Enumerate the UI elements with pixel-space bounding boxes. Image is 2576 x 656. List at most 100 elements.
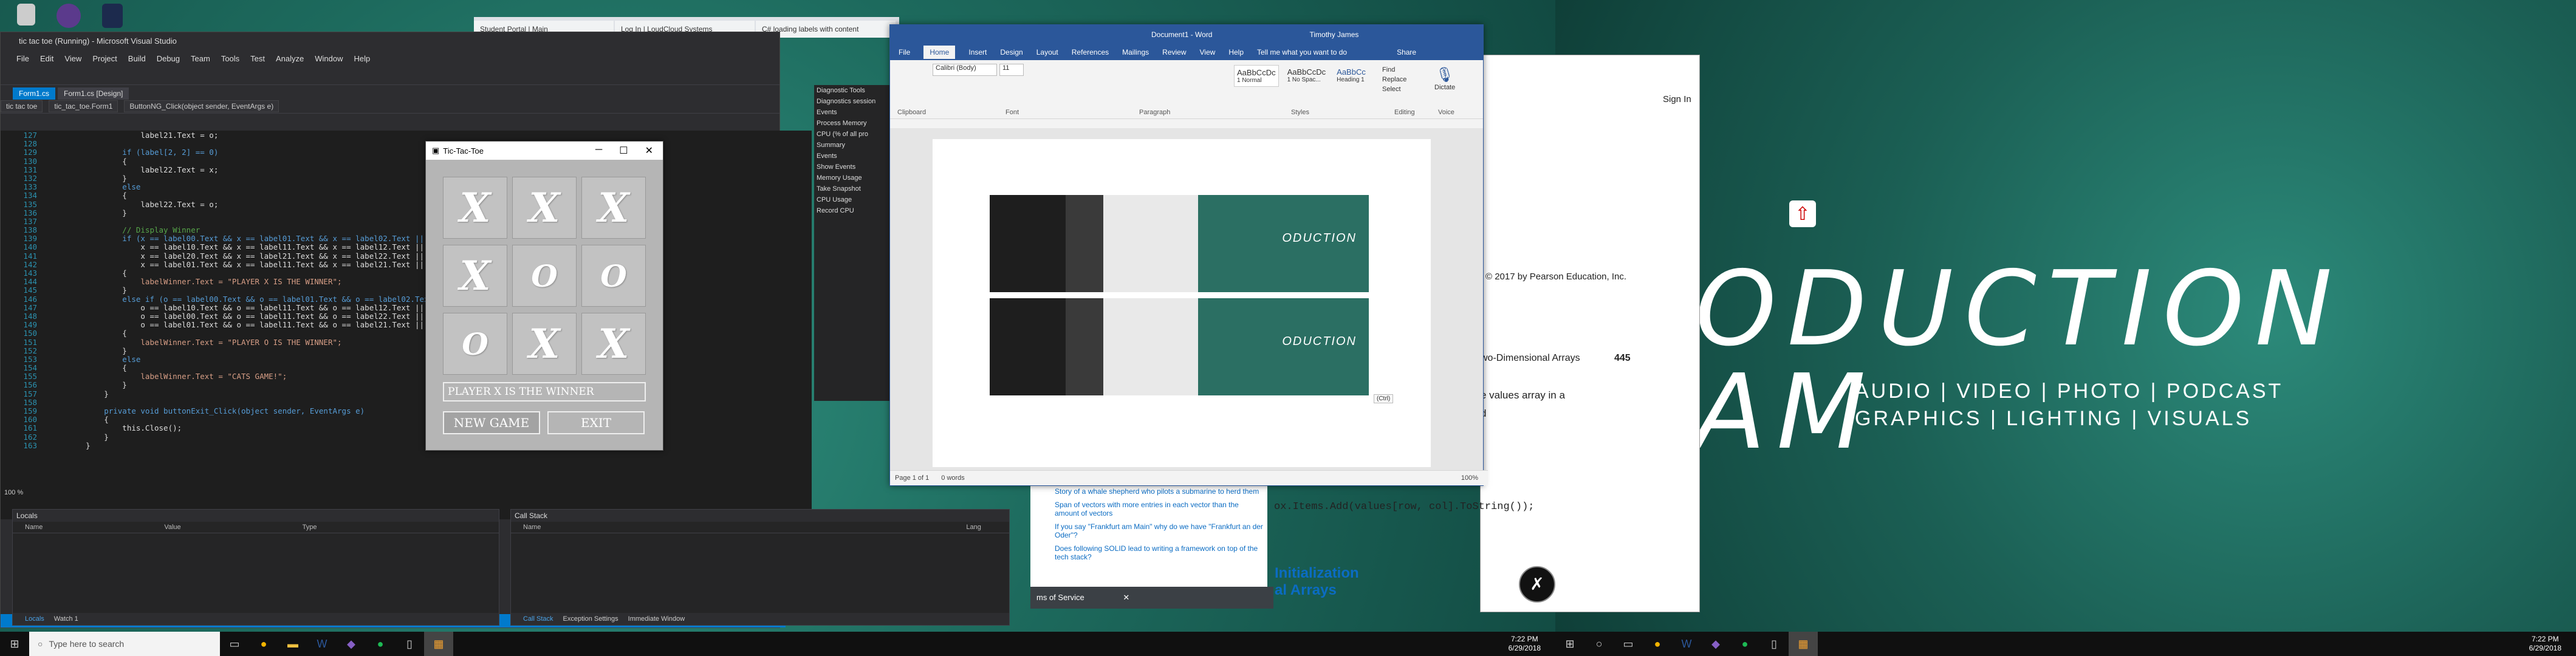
windows-start-icon[interactable]: ⊞ xyxy=(0,632,29,656)
hot-question[interactable]: Span of vectors with more entries in eac… xyxy=(1030,498,1267,520)
menu-window[interactable]: Window xyxy=(315,54,343,63)
exit-button[interactable]: EXIT xyxy=(547,411,645,434)
share-button[interactable]: Share xyxy=(1397,48,1416,56)
cell-1-0[interactable]: X xyxy=(443,245,507,307)
chrome-icon[interactable]: ● xyxy=(249,632,278,656)
menu-team[interactable]: Team xyxy=(191,54,210,63)
word-page[interactable]: ODUCTION ODUCTION (Ctrl) xyxy=(933,139,1431,467)
cell-1-1[interactable]: O xyxy=(512,245,577,307)
tab-immediate[interactable]: Immediate Window xyxy=(628,613,685,625)
word-icon[interactable]: W xyxy=(307,632,337,656)
diag-item[interactable]: Show Events xyxy=(814,162,893,173)
diag-item[interactable]: Memory Usage xyxy=(814,173,893,183)
spotify-icon[interactable]: ● xyxy=(366,632,395,656)
cell-2-2[interactable]: X xyxy=(581,313,646,375)
diag-item[interactable]: Process Memory xyxy=(814,118,893,129)
tab-design[interactable]: Design xyxy=(1000,48,1023,56)
close-icon[interactable]: ✕ xyxy=(645,145,653,157)
tab-locals[interactable]: Locals xyxy=(25,613,44,625)
font-size-select[interactable]: 11 xyxy=(999,64,1024,76)
tictactoe-app-icon[interactable]: ▦ xyxy=(424,632,453,656)
word-icon[interactable]: W xyxy=(1672,632,1701,656)
tab-references[interactable]: References xyxy=(1072,48,1109,56)
menu-tools[interactable]: Tools xyxy=(221,54,239,63)
tab-callstack[interactable]: Call Stack xyxy=(523,613,553,625)
pasted-screenshot[interactable]: ODUCTION xyxy=(990,298,1369,395)
paste-options[interactable]: (Ctrl) xyxy=(1374,394,1394,403)
diag-item[interactable]: Summary xyxy=(814,140,893,151)
diag-item[interactable]: Take Snapshot xyxy=(814,183,893,194)
tab-layout[interactable]: Layout xyxy=(1036,48,1058,56)
tab-view[interactable]: View xyxy=(1200,48,1216,56)
notepad-icon[interactable]: ▯ xyxy=(1759,632,1789,656)
tell-me-input[interactable]: Tell me what you want to do xyxy=(1257,48,1347,56)
menu-edit[interactable]: Edit xyxy=(40,54,53,63)
cell-1-2[interactable]: O xyxy=(581,245,646,307)
hot-question[interactable]: Does following SOLID lead to writing a f… xyxy=(1030,542,1267,564)
find-button[interactable]: Find xyxy=(1382,65,1406,75)
nav-member[interactable]: ButtonNG_Click(object sender, EventArgs … xyxy=(124,100,279,112)
chrome-icon[interactable]: ● xyxy=(1643,632,1672,656)
dictate-button[interactable]: Dictate xyxy=(1434,84,1455,91)
visual-studio-icon[interactable]: ◆ xyxy=(1701,632,1730,656)
tab-file[interactable]: File xyxy=(899,48,910,56)
menu-view[interactable]: View xyxy=(64,54,81,63)
close-icon[interactable]: ✕ xyxy=(1123,593,1129,602)
tab-watch[interactable]: Watch 1 xyxy=(54,613,78,625)
code-editor[interactable]: 127 label21.Text = o; 128 129 if (label[2,… xyxy=(1,131,812,519)
editor-zoom[interactable]: 100 % xyxy=(4,489,23,496)
diag-item[interactable]: CPU (% of all pro xyxy=(814,129,893,140)
new-game-button[interactable]: NEW GAME xyxy=(443,411,540,434)
maximize-icon[interactable]: ☐ xyxy=(619,145,628,157)
recycle-bin-icon[interactable] xyxy=(5,4,47,28)
zoom-level[interactable]: 100% xyxy=(1461,474,1478,482)
nav-project[interactable]: tic tac toe xyxy=(1,100,43,112)
diag-item[interactable]: Diagnostic Tools xyxy=(814,85,893,96)
menu-analyze[interactable]: Analyze xyxy=(276,54,304,63)
taskbar-clock-right[interactable]: 7:22 PM 6/29/2018 xyxy=(2529,635,2561,653)
tab-help[interactable]: Help xyxy=(1228,48,1244,56)
cell-0-0[interactable]: X xyxy=(443,177,507,239)
cell-2-0[interactable]: O xyxy=(443,313,507,375)
file-explorer-icon[interactable]: ▬ xyxy=(278,632,307,656)
cell-0-2[interactable]: X xyxy=(581,177,646,239)
spotify-icon[interactable]: ● xyxy=(1730,632,1759,656)
tab-form1-design[interactable]: Form1.cs [Design] xyxy=(58,87,129,100)
windows-start-icon[interactable]: ⊞ xyxy=(1555,632,1584,656)
tab-exception-settings[interactable]: Exception Settings xyxy=(563,613,618,625)
hot-question[interactable]: If you say "Frankfurt am Main" why do we… xyxy=(1030,520,1267,542)
menu-project[interactable]: Project xyxy=(92,54,117,63)
search-icon[interactable]: ○ xyxy=(1584,632,1614,656)
font-name-select[interactable]: Calibri (Body) xyxy=(933,64,997,76)
desktop-shortcut[interactable]: ⇧ xyxy=(1781,200,1824,230)
style-normal[interactable]: AaBbCcDc 1 Normal xyxy=(1234,65,1279,87)
menu-help[interactable]: Help xyxy=(354,54,371,63)
tab-form1-cs[interactable]: Form1.cs xyxy=(13,87,56,100)
diag-item[interactable]: Events xyxy=(814,107,893,118)
tab-home[interactable]: Home xyxy=(923,46,956,59)
tictactoe-app-icon[interactable]: ▦ xyxy=(1789,632,1818,656)
diag-item[interactable]: Events xyxy=(814,151,893,162)
replace-button[interactable]: Replace xyxy=(1382,75,1406,84)
diag-item[interactable]: Record CPU xyxy=(814,205,893,216)
terms-link[interactable]: ms of Service xyxy=(1036,593,1084,602)
cell-2-1[interactable]: X xyxy=(512,313,577,375)
nav-class[interactable]: tic_tac_toe.Form1 xyxy=(49,100,118,112)
desktop-app-icon-2[interactable] xyxy=(91,4,134,30)
taskbar-search[interactable]: ○ Type here to search xyxy=(29,632,220,656)
notepad-icon[interactable]: ▯ xyxy=(395,632,424,656)
menu-build[interactable]: Build xyxy=(128,54,146,63)
hot-question[interactable]: Story of a whale shepherd who pilots a s… xyxy=(1030,485,1267,498)
task-view-icon[interactable]: ▭ xyxy=(220,632,249,656)
menu-debug[interactable]: Debug xyxy=(157,54,180,63)
pasted-screenshot[interactable]: ODUCTION xyxy=(990,195,1369,292)
minimize-icon[interactable]: ─ xyxy=(595,145,602,157)
cell-0-1[interactable]: X xyxy=(512,177,577,239)
diag-item[interactable]: CPU Usage xyxy=(814,194,893,205)
style-heading-1[interactable]: AaBbCc Heading 1 xyxy=(1334,65,1368,87)
diag-item[interactable]: Diagnostics session xyxy=(814,96,893,107)
tab-mailings[interactable]: Mailings xyxy=(1122,48,1149,56)
menu-test[interactable]: Test xyxy=(250,54,265,63)
taskbar-clock-left[interactable]: 7:22 PM 6/29/2018 xyxy=(1509,635,1541,653)
signin-link[interactable]: Sign In xyxy=(1663,94,1691,104)
